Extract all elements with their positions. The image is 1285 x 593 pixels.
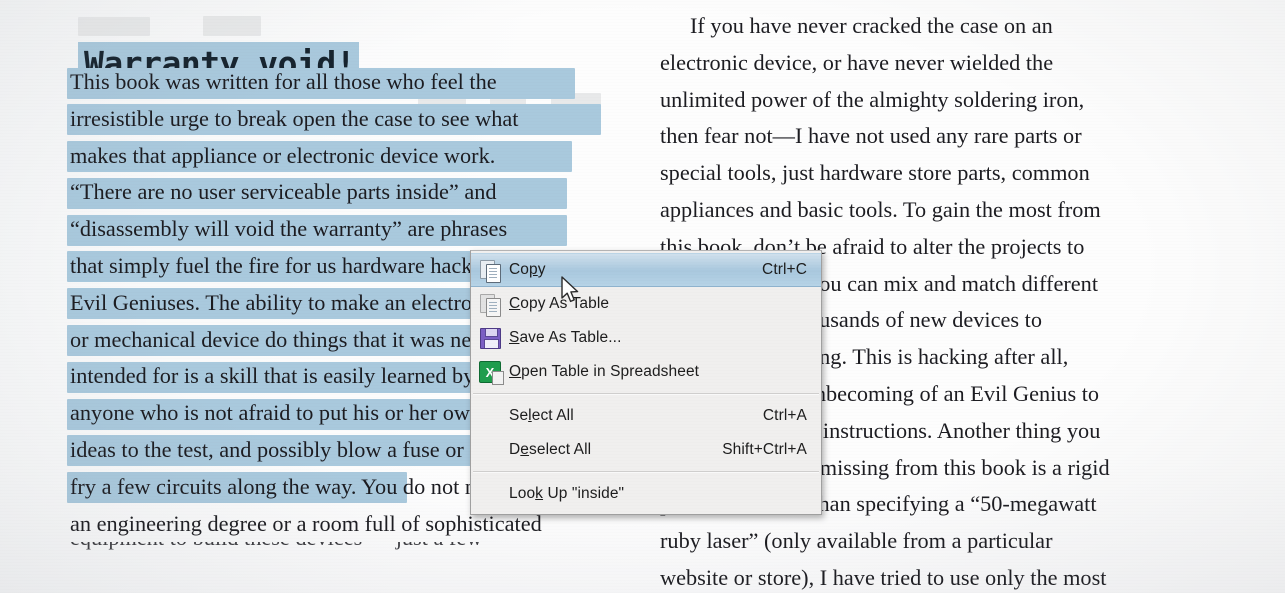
selected-text-line[interactable]: This book was written for all those who … xyxy=(67,64,630,101)
text-line[interactable]: unlimited power of the almighty solderin… xyxy=(660,82,1230,119)
menu-item-shortcut: Ctrl+A xyxy=(762,407,807,424)
line-text: intended for is a skill that is easily l… xyxy=(70,363,475,389)
text-line[interactable]: ruby laser” (only available from a parti… xyxy=(660,523,1230,560)
context-menu[interactable]: Copy Ctrl+C Copy As Table Save As Table... X… xyxy=(470,250,822,515)
copy-icon xyxy=(471,255,509,285)
menu-icon-slot-empty xyxy=(471,479,509,509)
selected-text-line[interactable]: “There are no user serviceable parts ins… xyxy=(67,174,630,211)
menu-item-shortcut: Ctrl+C xyxy=(762,261,807,278)
menu-item-deselect-all[interactable]: Deselect All Shift+Ctrl+A xyxy=(471,433,821,467)
line-text: “There are no user serviceable parts ins… xyxy=(70,179,497,205)
menu-separator xyxy=(473,471,819,473)
line-text: or mechanical device do things that it w… xyxy=(70,326,500,352)
line-text: special tools, just hardware store parts… xyxy=(660,160,1090,186)
menu-item-save-as-table[interactable]: Save As Table... xyxy=(471,321,821,355)
line-text: “disassembly will void the warranty” are… xyxy=(70,216,508,242)
menu-item-label: Select All xyxy=(509,407,574,424)
text-line[interactable]: website or store), I have tried to use o… xyxy=(660,560,1230,593)
text-line[interactable]: electronic device, or have never wielded… xyxy=(660,45,1230,82)
line-text: Evil Geniuses. The ability to make an el… xyxy=(70,289,500,315)
text-line[interactable]: special tools, just hardware store parts… xyxy=(660,155,1230,192)
line-text: If you have never cracked the case on an xyxy=(690,13,1053,38)
menu-item-label: Save As Table... xyxy=(509,329,622,346)
text-line[interactable]: appliances and basic tools. To gain the … xyxy=(660,192,1230,229)
menu-item-select-all[interactable]: Select All Ctrl+A xyxy=(471,399,821,433)
floppy-disk-icon xyxy=(471,323,509,353)
selected-text-line[interactable]: “disassembly will void the warranty” are… xyxy=(67,211,630,248)
spreadsheet-icon: X xyxy=(471,357,509,387)
line-text: anyone who is not afraid to put his or h… xyxy=(70,400,482,426)
clipped-text: equipment to build these devices — just … xyxy=(70,542,630,555)
menu-item-copy-as-table[interactable]: Copy As Table xyxy=(471,287,821,321)
line-text: makes that appliance or electronic devic… xyxy=(70,142,496,168)
menu-item-shortcut: Shift+Ctrl+A xyxy=(722,441,807,458)
line-text: website or store), I have tried to use o… xyxy=(660,564,1107,590)
line-text: electronic device, or have never wielded… xyxy=(660,49,1054,75)
menu-item-copy[interactable]: Copy Ctrl+C xyxy=(471,253,821,287)
text-line[interactable]: If you have never cracked the case on an xyxy=(660,8,1230,45)
text-line[interactable]: then fear not—I have not used any rare p… xyxy=(660,118,1230,155)
selected-text-line[interactable]: makes that appliance or electronic devic… xyxy=(67,138,630,175)
menu-item-label: Copy As Table xyxy=(509,295,610,312)
menu-item-open-table-in-spreadsheet[interactable]: X Open Table in Spreadsheet xyxy=(471,355,821,389)
selected-text-line[interactable]: irresistible urge to break open the case… xyxy=(67,101,630,138)
line-text: appliances and basic tools. To gain the … xyxy=(660,196,1101,222)
menu-icon-slot-empty xyxy=(471,435,509,465)
line-text: unlimited power of the almighty solderin… xyxy=(660,86,1085,112)
scanned-page-with-context-menu: Warranty void! This book was written for… xyxy=(0,0,1285,593)
line-text: ruby laser” (only available from a parti… xyxy=(660,528,1053,554)
line-text: that simply fuel the fire for us hardwar… xyxy=(70,252,501,278)
menu-item-label: Open Table in Spreadsheet xyxy=(509,363,700,380)
left-column-clipped-line: equipment to build these devices — just … xyxy=(70,542,630,555)
line-text: then fear not—I have not used any rare p… xyxy=(660,123,1082,149)
line-text: This book was written for all those who … xyxy=(70,69,497,94)
copy-as-table-icon xyxy=(471,289,509,319)
menu-item-label: Look Up "inside" xyxy=(509,485,625,502)
menu-item-label: Deselect All xyxy=(509,441,592,458)
menu-separator xyxy=(473,393,819,395)
line-text: ideas to the test, and possibly blow a f… xyxy=(70,436,464,462)
line-text: irresistible urge to break open the case… xyxy=(70,105,519,131)
menu-item-look-up[interactable]: Look Up "inside" xyxy=(471,477,821,511)
menu-item-label: Copy xyxy=(509,261,546,278)
menu-icon-slot-empty xyxy=(471,401,509,431)
line-text: fry a few circuits along the way. You do… xyxy=(70,473,507,499)
